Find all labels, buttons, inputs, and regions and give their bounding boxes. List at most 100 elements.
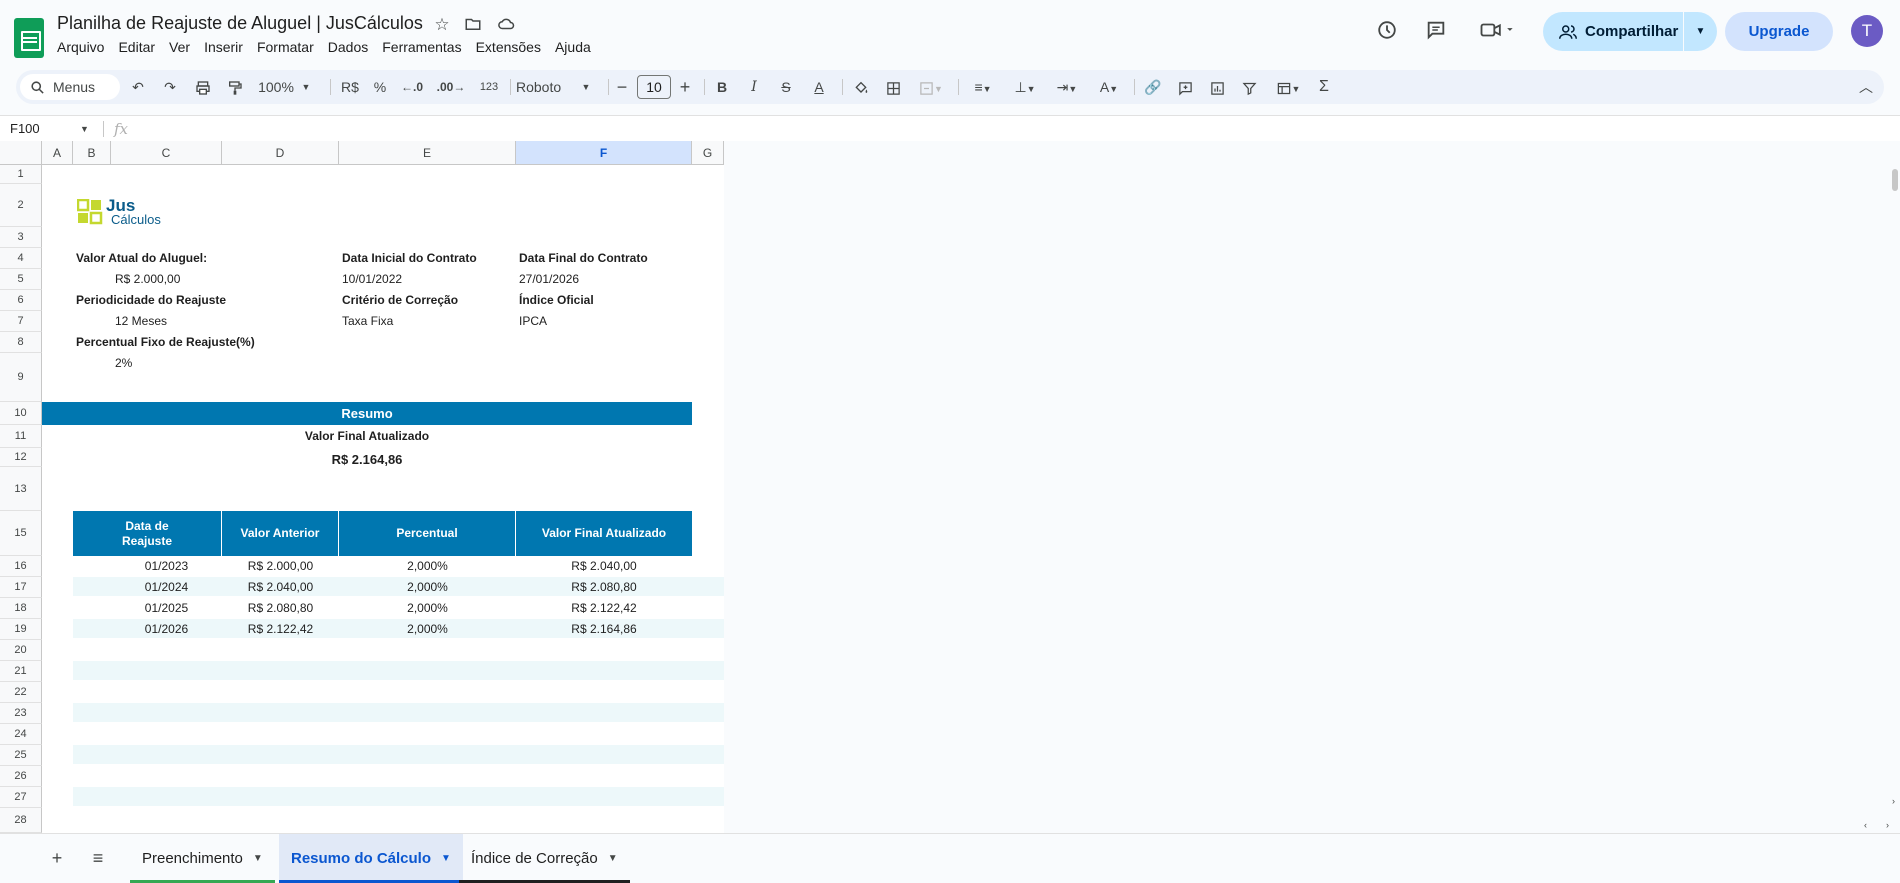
merge-cells-icon[interactable]: ▼ (914, 70, 948, 104)
row-header[interactable]: 4 (0, 248, 42, 269)
scroll-right-icon[interactable]: › (1892, 796, 1895, 806)
version-history-icon[interactable] (1375, 19, 1399, 43)
formula-input[interactable] (140, 116, 1880, 142)
increase-font-size-icon[interactable]: + (677, 70, 693, 104)
percent-format-button[interactable]: % (372, 70, 388, 104)
row-header[interactable]: 13 (0, 467, 42, 511)
row-header[interactable]: 2 (0, 184, 42, 227)
menu-arquivo[interactable]: Arquivo (50, 37, 111, 57)
redo-icon[interactable]: ↷ (160, 70, 180, 104)
row-header[interactable]: 16 (0, 556, 42, 577)
row-header[interactable]: 7 (0, 311, 42, 332)
tab-menu-icon[interactable]: ▼ (441, 853, 451, 864)
insert-comment-icon[interactable] (1174, 70, 1196, 104)
account-avatar[interactable]: T (1851, 15, 1883, 47)
tab-menu-icon[interactable]: ▼ (253, 853, 263, 864)
tab-preenchimento[interactable]: Preenchimento ▼ (130, 834, 275, 883)
fill-color-icon[interactable] (850, 70, 872, 104)
column-header-b[interactable]: B (73, 141, 111, 165)
zoom-select[interactable]: 100% (256, 70, 296, 104)
text-rotation-icon[interactable]: A▼ (1092, 70, 1126, 104)
move-folder-icon[interactable] (463, 15, 483, 35)
paint-format-icon[interactable] (224, 70, 246, 104)
currency-format-button[interactable]: R$ (338, 70, 362, 104)
vertical-scrollbar[interactable] (1890, 141, 1900, 833)
row-header[interactable]: 24 (0, 724, 42, 745)
row-header[interactable]: 22 (0, 682, 42, 703)
row-header[interactable]: 19 (0, 619, 42, 640)
sheet-canvas[interactable]: A B C D E F G 1 2 3 4 5 6 7 8 9 10 11 12… (0, 141, 724, 833)
column-header-d[interactable]: D (222, 141, 339, 165)
all-sheets-icon[interactable]: ≡ (86, 846, 110, 870)
row-header[interactable]: 18 (0, 598, 42, 619)
document-title[interactable]: Planilha de Reajuste de Aluguel | JusCál… (57, 13, 423, 34)
row-header[interactable]: 28 (0, 808, 42, 833)
comments-icon[interactable] (1424, 19, 1448, 43)
borders-icon[interactable] (882, 70, 904, 104)
name-box[interactable]: F100 (10, 116, 40, 142)
column-header-g[interactable]: G (692, 141, 724, 165)
row-header[interactable]: 23 (0, 703, 42, 724)
row-header[interactable]: 3 (0, 227, 42, 248)
menu-formatar[interactable]: Formatar (250, 37, 321, 57)
menu-extensões[interactable]: Extensões (469, 37, 548, 57)
menu-dados[interactable]: Dados (321, 37, 375, 57)
row-header[interactable]: 27 (0, 787, 42, 808)
increase-decimal-button[interactable]: .00→ (434, 70, 468, 104)
font-family-select[interactable]: Roboto (516, 70, 572, 104)
filter-icon[interactable] (1238, 70, 1260, 104)
column-header-f[interactable]: F (516, 141, 692, 165)
share-dropdown-icon[interactable]: ▼ (1684, 26, 1717, 37)
decrease-font-size-icon[interactable]: − (614, 70, 630, 104)
row-header[interactable]: 6 (0, 290, 42, 311)
column-header-c[interactable]: C (111, 141, 222, 165)
row-header[interactable]: 26 (0, 766, 42, 787)
bold-icon[interactable]: B (712, 70, 732, 104)
column-header-e[interactable]: E (339, 141, 516, 165)
horizontal-align-icon[interactable]: ≡▼ (966, 70, 1000, 104)
menu-inserir[interactable]: Inserir (197, 37, 250, 57)
filter-views-icon[interactable]: ▼ (1270, 70, 1306, 104)
menus-search[interactable]: Menus (20, 74, 120, 100)
meet-icon[interactable] (1478, 19, 1518, 43)
text-wrapping-icon[interactable]: ⇥▼ (1050, 70, 1084, 104)
row-header[interactable]: 8 (0, 332, 42, 353)
hide-menus-icon[interactable]: ︿ (1856, 70, 1876, 104)
tab-indice-de-correcao[interactable]: Índice de Correção ▼ (459, 834, 630, 883)
name-box-dropdown-icon[interactable]: ▼ (80, 116, 89, 142)
row-header[interactable]: 11 (0, 425, 42, 448)
row-header[interactable]: 20 (0, 640, 42, 661)
row-header[interactable]: 21 (0, 661, 42, 682)
vertical-scroll-thumb[interactable] (1892, 169, 1898, 191)
scroll-left-icon[interactable]: ‹ (1864, 820, 1867, 830)
font-size-input[interactable] (637, 75, 671, 99)
row-header[interactable]: 5 (0, 269, 42, 290)
add-sheet-icon[interactable]: + (45, 846, 69, 870)
font-family-dropdown-icon[interactable]: ▼ (580, 70, 592, 104)
print-icon[interactable] (192, 70, 214, 104)
vertical-align-icon[interactable]: ⊥▼ (1008, 70, 1042, 104)
menu-editar[interactable]: Editar (111, 37, 162, 57)
row-header[interactable]: 1 (0, 165, 42, 184)
insert-chart-icon[interactable] (1206, 70, 1228, 104)
row-header[interactable]: 12 (0, 448, 42, 467)
share-button[interactable]: Compartilhar ▼ (1543, 12, 1717, 51)
more-formats-button[interactable]: 123 (476, 70, 502, 104)
tab-resumo-do-calculo[interactable]: Resumo do Cálculo ▼ (279, 834, 463, 883)
upgrade-button[interactable]: Upgrade (1725, 12, 1833, 51)
italic-icon[interactable]: I (744, 70, 764, 104)
insert-link-icon[interactable]: 🔗 (1142, 70, 1164, 104)
menu-ver[interactable]: Ver (162, 37, 197, 57)
cloud-status-icon[interactable] (496, 15, 516, 35)
decrease-decimal-button[interactable]: ←.0 (398, 70, 426, 104)
select-all-corner[interactable] (0, 141, 42, 165)
undo-icon[interactable]: ↶ (128, 70, 148, 104)
scroll-right-arrow-icon[interactable]: › (1886, 820, 1889, 830)
strikethrough-icon[interactable]: S (776, 70, 796, 104)
zoom-dropdown-icon[interactable]: ▼ (300, 70, 312, 104)
row-header[interactable]: 9 (0, 353, 42, 402)
functions-icon[interactable]: Σ (1314, 70, 1334, 104)
row-header[interactable]: 17 (0, 577, 42, 598)
sheets-logo-icon[interactable] (14, 18, 44, 58)
column-header-a[interactable]: A (42, 141, 73, 165)
